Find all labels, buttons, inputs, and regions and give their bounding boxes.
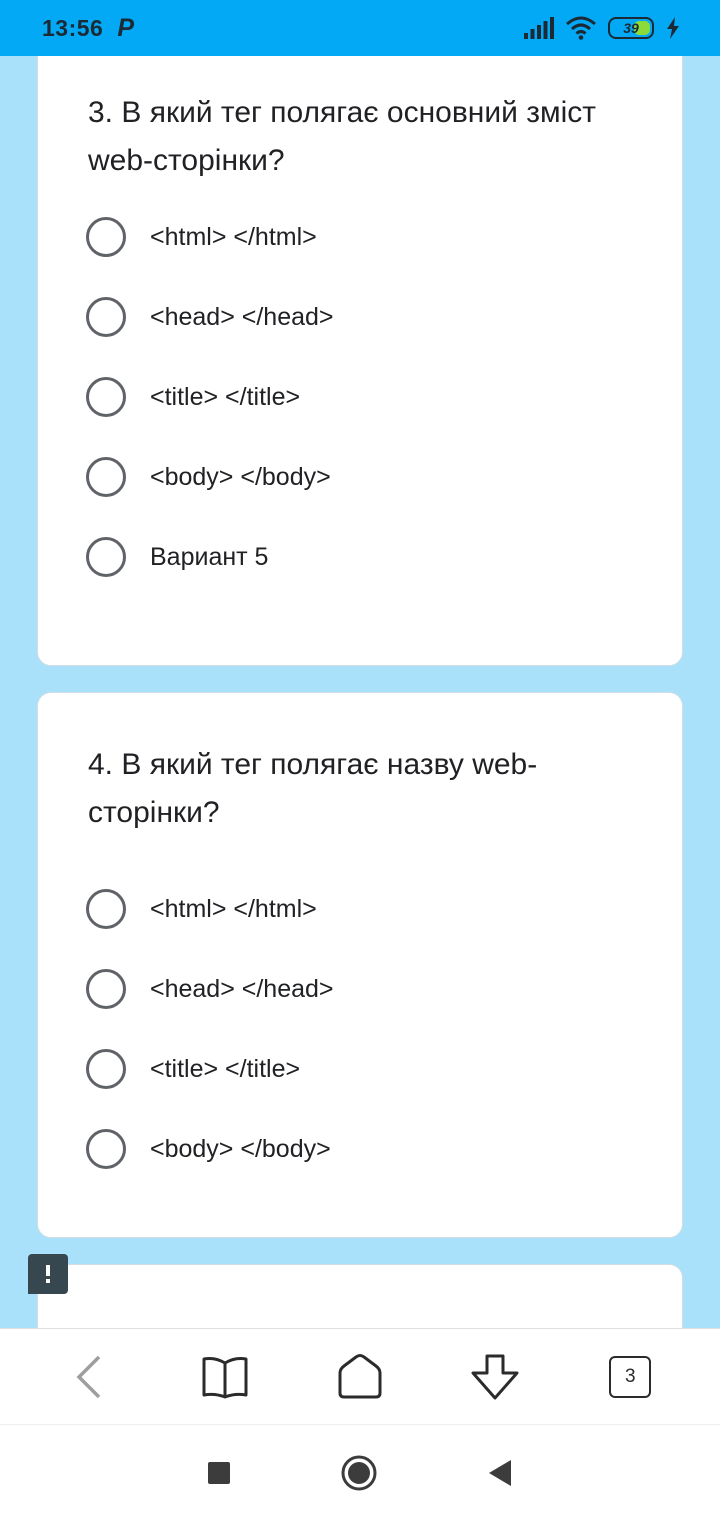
option-label: <body> </body> [150, 462, 331, 491]
download-icon [471, 1354, 519, 1399]
back-button[interactable] [60, 1347, 120, 1407]
question-title: 4. В який тег полягає назву web-сторінки… [88, 748, 538, 829]
signal-icon [524, 17, 554, 39]
tab-count: 3 [609, 1355, 652, 1398]
home-icon [338, 1353, 382, 1398]
option-label: <head> </head> [150, 302, 334, 331]
option-label: <body> </body> [150, 1134, 331, 1163]
radio-button[interactable] [86, 537, 126, 577]
option-label: <html> </html> [150, 222, 317, 251]
feedback-icon[interactable] [28, 1254, 68, 1294]
question-card-4: 4. В який тег полягає назву web-сторінки… [37, 692, 683, 1238]
form-content[interactable]: 3. В який тег полягає основний зміст web… [0, 56, 720, 1328]
browser-toolbar: 3 [0, 1328, 720, 1424]
book-icon [202, 1356, 248, 1398]
option-label: <html> </html> [150, 894, 317, 923]
radio-button[interactable] [86, 1049, 126, 1089]
status-bar: 13:56 P 39 [0, 0, 720, 56]
radio-button[interactable] [86, 457, 126, 497]
radio-button[interactable] [86, 969, 126, 1009]
option-label: <head> </head> [150, 974, 334, 1003]
option-variant-5[interactable]: Вариант 5 [86, 535, 268, 579]
question-card-5 [37, 1264, 683, 1328]
chevron-left-icon [76, 1355, 100, 1398]
home-button[interactable] [330, 1347, 390, 1407]
battery-level: 39 [623, 20, 639, 36]
radio-button[interactable] [86, 217, 126, 257]
option-html[interactable]: <html> </html> [86, 215, 317, 259]
status-icons: 39 [524, 16, 680, 40]
radio-button[interactable] [86, 377, 126, 417]
option-title[interactable]: <title> </title> [86, 1047, 300, 1091]
app-notification-icon: P [117, 13, 135, 42]
recents-icon[interactable] [207, 1461, 231, 1485]
radio-button[interactable] [86, 889, 126, 929]
radio-button[interactable] [86, 1129, 126, 1169]
option-label: Вариант 5 [150, 542, 269, 571]
option-html[interactable]: <html> </html> [86, 887, 317, 931]
bookmarks-button[interactable] [195, 1347, 255, 1407]
option-head[interactable]: <head> </head> [86, 295, 334, 339]
option-label: <title> </title> [150, 1054, 301, 1083]
system-nav-bar [0, 1424, 720, 1520]
option-title[interactable]: <title> </title> [86, 375, 300, 419]
charging-icon [667, 17, 679, 39]
home-circle-icon[interactable] [341, 1455, 377, 1491]
option-body[interactable]: <body> </body> [86, 1127, 331, 1171]
wifi-icon [566, 16, 596, 40]
option-head[interactable]: <head> </head> [86, 967, 334, 1011]
back-triangle-icon[interactable] [487, 1458, 513, 1488]
status-time: 13:56 [42, 14, 104, 41]
option-body[interactable]: <body> </body> [86, 455, 331, 499]
radio-button[interactable] [86, 297, 126, 337]
question-title: 3. В який тег полягає основний зміст web… [88, 96, 596, 177]
tabs-button[interactable]: 3 [600, 1347, 660, 1407]
option-label: <title> </title> [150, 382, 301, 411]
question-card-3: 3. В який тег полягає основний зміст web… [37, 56, 683, 666]
download-button[interactable] [465, 1347, 525, 1407]
battery-icon: 39 [608, 17, 654, 39]
